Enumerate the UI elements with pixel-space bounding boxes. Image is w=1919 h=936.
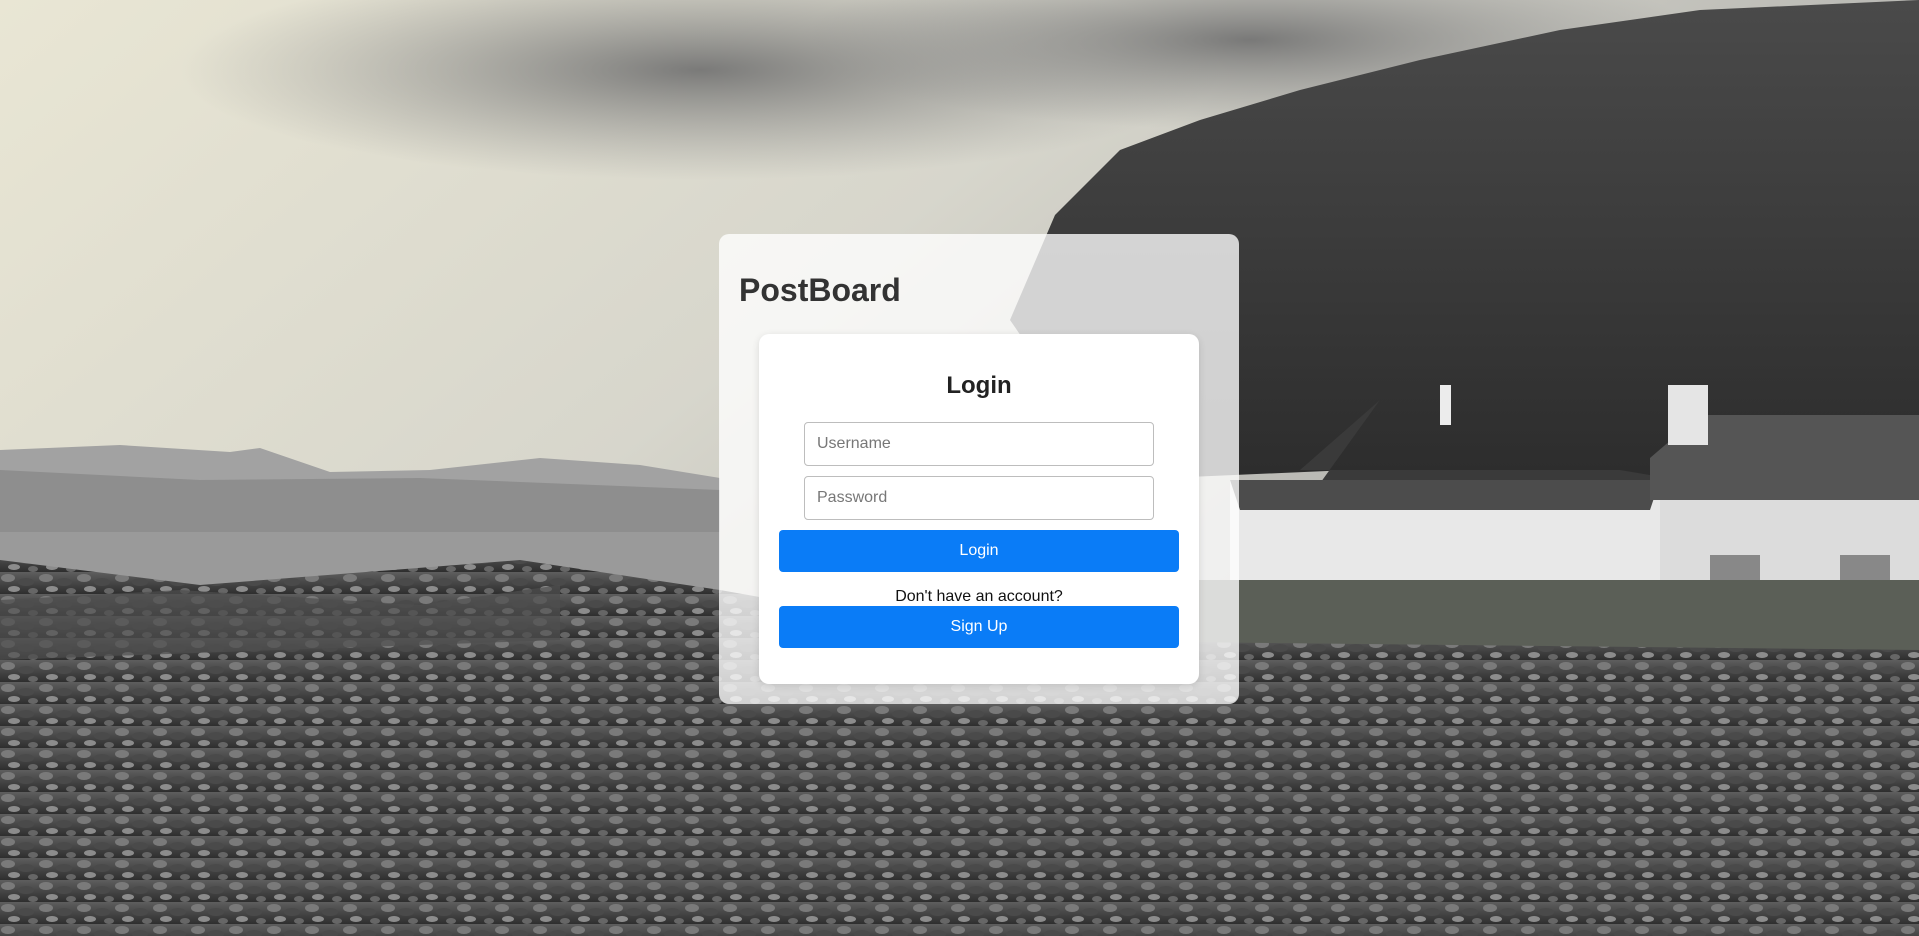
username-input[interactable] [804,422,1154,466]
login-panel: PostBoard Login Login Don't have an acco… [719,234,1239,704]
signup-button[interactable]: Sign Up [779,606,1179,648]
login-heading: Login [946,372,1012,399]
password-input[interactable] [804,476,1154,520]
signup-prompt-text: Don't have an account? [895,588,1063,605]
brand-title: PostBoard [739,272,901,308]
login-card: Login Login Don't have an account? Sign … [759,334,1199,684]
login-button[interactable]: Login [779,530,1179,572]
